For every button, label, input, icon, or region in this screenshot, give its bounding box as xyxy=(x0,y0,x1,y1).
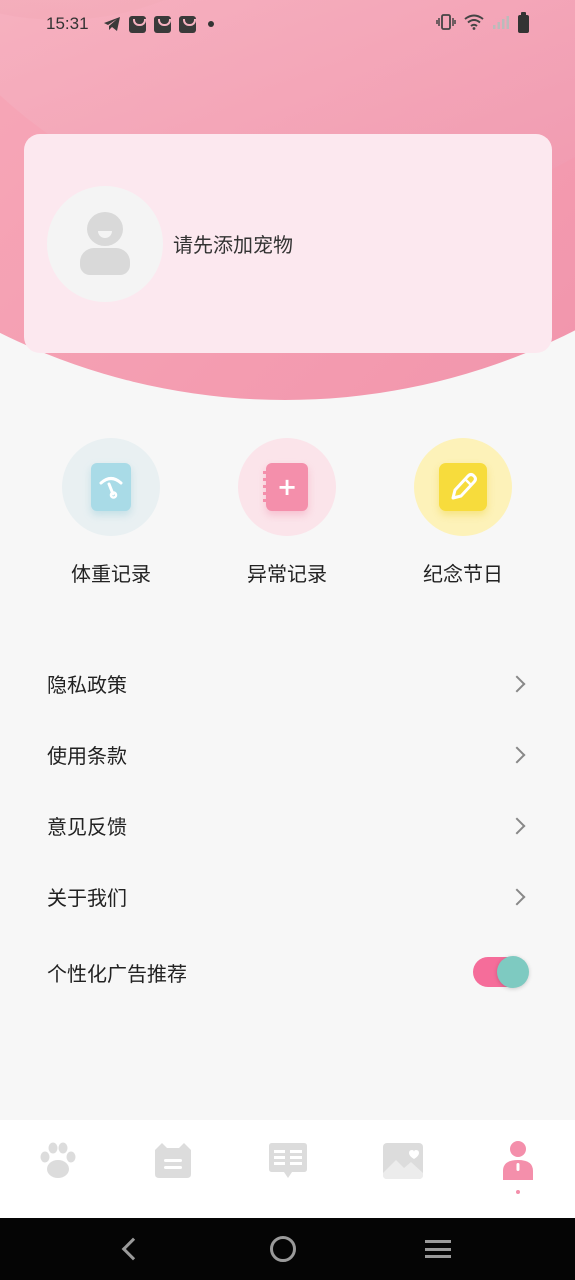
toggle-knob xyxy=(497,956,529,988)
signal-icon xyxy=(492,14,510,35)
menu-item-label: 个性化广告推荐 xyxy=(47,961,187,986)
vibrate-icon xyxy=(436,13,456,35)
tab-pets[interactable] xyxy=(0,1120,115,1218)
album-icon xyxy=(382,1140,424,1186)
menu-item-privacy[interactable]: 隐私政策 xyxy=(0,648,575,719)
weight-record-label: 体重记录 xyxy=(71,562,151,586)
battery-icon xyxy=(518,12,529,33)
avatar[interactable] xyxy=(47,185,163,302)
tab-album[interactable] xyxy=(345,1120,460,1218)
chevron-right-icon xyxy=(508,675,526,692)
back-icon[interactable] xyxy=(121,1237,144,1261)
telegram-icon xyxy=(103,16,121,32)
tab-chat[interactable] xyxy=(115,1120,230,1218)
menu-item-label: 使用条款 xyxy=(47,744,127,768)
menu-item-terms[interactable]: 使用条款 xyxy=(0,719,575,790)
menu-item-label: 意见反馈 xyxy=(47,815,127,839)
status-time: 15:31 xyxy=(46,14,89,33)
chevron-right-icon xyxy=(508,888,526,905)
tab-profile[interactable] xyxy=(460,1120,575,1218)
article-icon xyxy=(267,1140,309,1186)
settings-menu: 隐私政策 使用条款 意见反馈 关于我们 个性化广告推荐 xyxy=(0,648,575,1012)
personalized-ads-toggle[interactable] xyxy=(473,956,529,988)
chevron-right-icon xyxy=(508,817,526,834)
wifi-icon xyxy=(464,14,484,35)
status-bar: 15:31 xyxy=(0,0,575,48)
recent-apps-icon[interactable] xyxy=(424,1240,451,1258)
menu-item-label: 隐私政策 xyxy=(47,673,127,697)
shopping-bag-icon xyxy=(153,15,171,33)
paw-icon xyxy=(37,1140,79,1186)
add-pet-card[interactable]: 请先添加宠物 xyxy=(24,134,552,353)
profile-icon xyxy=(497,1140,539,1186)
shopping-bag-icon xyxy=(128,15,146,33)
menu-item-feedback[interactable]: 意见反馈 xyxy=(0,790,575,861)
memorial-day-icon xyxy=(439,463,487,511)
abnormal-record-label: 异常记录 xyxy=(247,562,327,586)
bottom-tab-bar xyxy=(0,1120,575,1218)
abnormal-record-button[interactable]: + 异常记录 xyxy=(207,438,367,587)
cat-chat-icon xyxy=(152,1140,194,1186)
abnormal-record-icon: + xyxy=(263,463,308,511)
menu-item-about[interactable]: 关于我们 xyxy=(0,861,575,932)
active-tab-indicator xyxy=(515,1190,520,1194)
menu-item-personalized-ads: 个性化广告推荐 xyxy=(0,932,575,1012)
home-icon[interactable] xyxy=(269,1236,296,1262)
weight-record-icon xyxy=(91,463,131,511)
system-navigation-bar xyxy=(0,1218,575,1280)
avatar-placeholder-icon xyxy=(87,211,123,246)
more-notifications-dot xyxy=(207,21,214,27)
menu-item-label: 关于我们 xyxy=(47,886,127,910)
tab-articles[interactable] xyxy=(230,1120,345,1218)
memorial-day-label: 纪念节日 xyxy=(423,562,503,586)
chevron-right-icon xyxy=(508,746,526,763)
memorial-day-button[interactable]: 纪念节日 xyxy=(383,438,543,587)
weight-record-button[interactable]: 体重记录 xyxy=(31,438,191,587)
shopping-bag-icon xyxy=(178,15,196,33)
add-pet-prompt: 请先添加宠物 xyxy=(173,233,293,257)
quick-actions: 体重记录 + 异常记录 纪念节日 xyxy=(0,438,575,598)
